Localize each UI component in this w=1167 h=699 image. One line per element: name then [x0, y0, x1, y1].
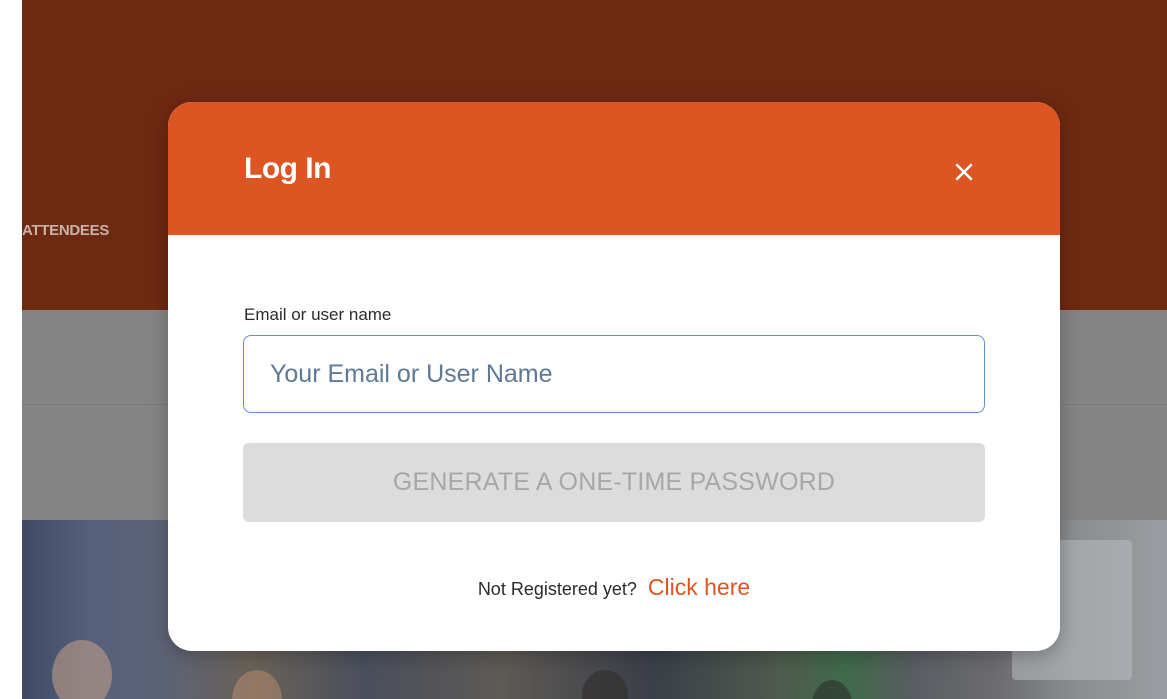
- register-prompt-text: Not Registered yet?: [477, 579, 637, 599]
- register-link[interactable]: Click here: [648, 574, 750, 600]
- email-field[interactable]: [243, 335, 985, 413]
- close-icon: [955, 163, 973, 181]
- nav-item-attendees: ATTENDEES: [22, 222, 110, 239]
- email-field-label: Email or user name: [244, 305, 392, 324]
- modal-header: Log In: [168, 102, 1060, 235]
- login-modal: Log In Email or user name GENERATE A ONE…: [168, 102, 1060, 651]
- page-left-margin: [0, 0, 22, 699]
- modal-title: Log In: [244, 152, 331, 185]
- register-prompt-line: Not Registered yet? Click here: [168, 574, 1060, 601]
- close-button[interactable]: [946, 154, 982, 190]
- generate-otp-button[interactable]: GENERATE A ONE-TIME PASSWORD: [243, 443, 985, 522]
